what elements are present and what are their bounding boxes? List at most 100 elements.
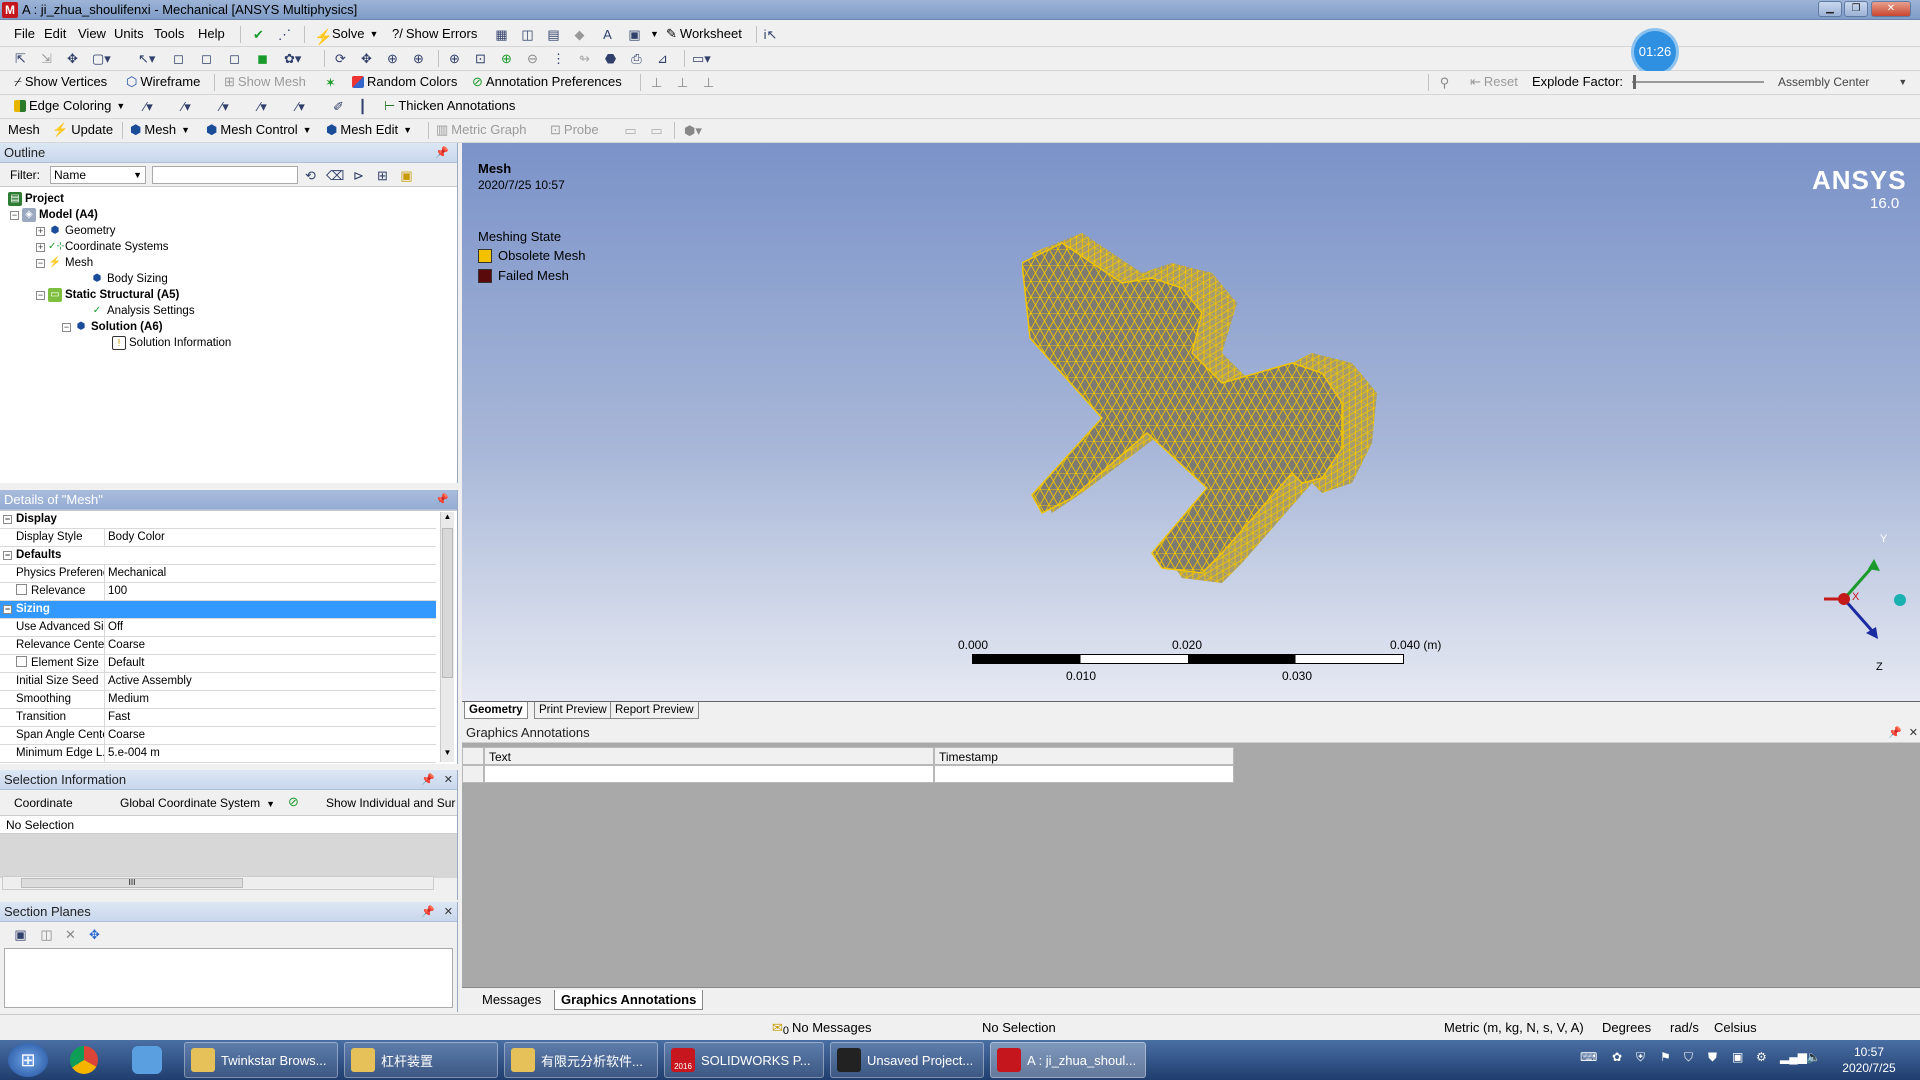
magnifier-icon[interactable]: ⊕ xyxy=(498,50,515,67)
details-scrollbar[interactable]: ▲ ▼ xyxy=(440,512,454,762)
tree-item-static-structural[interactable]: − ▭ Static Structural (A5) xyxy=(36,287,179,303)
chart-icon[interactable]: ◫ xyxy=(519,26,536,43)
tray-app-4-icon[interactable]: ⛉ xyxy=(1684,1050,1693,1065)
body-select-icon[interactable]: ◼ xyxy=(254,50,271,67)
taskbar-item-folder-fea[interactable]: 有限元分析软件... xyxy=(504,1042,658,1078)
section-planes-list[interactable] xyxy=(4,948,453,1008)
refresh-filter-icon[interactable]: ⟲ xyxy=(302,167,319,184)
pin-icon[interactable]: 📌 xyxy=(435,490,449,510)
taskbar-item-mechanical[interactable]: A : ji_zhua_shoul... xyxy=(990,1042,1146,1078)
minimize-button[interactable]: ▁ xyxy=(1818,1,1842,17)
details-property-row[interactable]: Use Advanced Siz...Off xyxy=(0,619,436,637)
messages-icon[interactable]: ✉ 0 xyxy=(772,1020,789,1037)
drag-section-plane-icon[interactable]: ✥ xyxy=(86,926,103,943)
rotate-icon[interactable]: ⟳ xyxy=(332,50,349,67)
tree-item-coordinate-systems[interactable]: + ✓⊹ Coordinate Systems xyxy=(36,239,169,255)
collapse-icon[interactable]: − xyxy=(3,551,12,560)
extend-icon[interactable]: ✥ xyxy=(64,50,81,67)
details-category-row[interactable]: − Sizing xyxy=(0,601,436,619)
clear-filter-icon[interactable]: ⌫ xyxy=(326,167,344,184)
property-value[interactable]: Fast xyxy=(105,709,436,726)
tree-item-geometry[interactable]: + ⬢ Geometry xyxy=(36,223,116,239)
details-property-row[interactable]: Smoothing Medium xyxy=(0,691,436,709)
menu-tools[interactable]: Tools xyxy=(154,23,184,45)
mesh-edit-dropdown[interactable]: ⬢ Mesh Edit ▼ xyxy=(326,119,412,141)
property-value[interactable]: 5.e-004 m xyxy=(105,745,436,762)
property-value[interactable]: Active Assembly xyxy=(105,673,436,690)
mesh-control-dropdown[interactable]: ⬢ Mesh Control ▼ xyxy=(206,119,312,141)
annotation-new-text[interactable] xyxy=(484,765,934,783)
details-property-row[interactable]: Relevance Center Coarse xyxy=(0,637,436,655)
coordinate-triad[interactable] xyxy=(1814,533,1914,653)
tree-item-solution[interactable]: − ⬢ Solution (A6) xyxy=(62,319,163,335)
tray-shield-icon[interactable]: ⛊ xyxy=(1708,1050,1717,1065)
mesh-dropdown[interactable]: ⬢ Mesh ▼ xyxy=(130,119,190,141)
select-mode-icon[interactable]: ⇱ xyxy=(12,50,29,67)
property-value[interactable]: Medium xyxy=(105,691,436,708)
pin-icon[interactable]: 📌 xyxy=(421,770,435,790)
tray-app-6-icon[interactable]: ⚙ xyxy=(1756,1050,1767,1064)
filter-type-select[interactable]: Name ▼ xyxy=(50,166,146,184)
image-icon[interactable]: ▣ xyxy=(626,26,643,43)
tray-app-2-icon[interactable]: ⛨ xyxy=(1636,1050,1645,1065)
taskbar-item-solidworks[interactable]: 2016 SOLIDWORKS P... xyxy=(664,1042,824,1078)
details-property-row[interactable]: Element Size Default xyxy=(0,655,436,673)
explode-factor-slider[interactable] xyxy=(1632,81,1764,83)
maximize-button[interactable]: ❐ xyxy=(1844,1,1868,17)
tab-geometry[interactable]: Geometry xyxy=(464,702,528,719)
details-property-row[interactable]: Display Style Body Color xyxy=(0,529,436,547)
details-property-row[interactable]: Transition Fast xyxy=(0,709,436,727)
thicken-annotations-button[interactable]: ⊢ Thicken Annotations xyxy=(384,95,515,117)
taskbar-item-twinkstar[interactable]: Twinkstar Brows... xyxy=(184,1042,338,1078)
expand-tree-icon[interactable]: ⊳ xyxy=(350,167,367,184)
close-icon[interactable]: ✕ xyxy=(444,902,453,922)
property-value[interactable]: Mechanical xyxy=(105,565,436,582)
selection-check-icon[interactable]: ⊘ xyxy=(288,794,299,810)
menu-edit[interactable]: Edit xyxy=(44,23,66,45)
tab-report-preview[interactable]: Report Preview xyxy=(610,702,699,719)
tab-print-preview[interactable]: Print Preview xyxy=(534,702,612,719)
show-mesh-button[interactable]: ⊞ Show Mesh xyxy=(224,71,306,93)
graphics-viewport[interactable]: Mesh 2020/7/25 10:57 Meshing State Obsol… xyxy=(462,143,1920,701)
menu-view[interactable]: View xyxy=(78,23,106,45)
axis-3-icon[interactable]: ⊥ xyxy=(700,74,717,91)
chrome-icon[interactable] xyxy=(70,1046,98,1074)
details-property-row[interactable]: Span Angle Center Coarse xyxy=(0,727,436,745)
ansys-mechanical-app-icon[interactable]: M xyxy=(2,2,18,18)
start-button[interactable]: ⊞ xyxy=(8,1043,48,1077)
property-value[interactable]: Body Color xyxy=(105,529,436,546)
report-icon[interactable]: ▤ xyxy=(545,26,562,43)
property-value[interactable]: Coarse xyxy=(105,637,436,654)
collapse-icon[interactable]: − xyxy=(3,605,12,614)
print-icon[interactable]: ⎙ xyxy=(628,50,645,67)
edge-display-5-icon[interactable]: ∕▾ xyxy=(292,98,309,115)
tree-item-model[interactable]: − ◈ Model (A4) xyxy=(10,207,98,223)
solve-button[interactable]: ⚡ Solve ▼ xyxy=(314,23,378,46)
zoom-in-icon[interactable]: ⊕ xyxy=(410,50,427,67)
app-pinned-icon[interactable] xyxy=(132,1046,162,1074)
status-temperature-units[interactable]: Celsius xyxy=(1714,1020,1757,1035)
show-vertices-button[interactable]: ⌿ Show Vertices xyxy=(14,71,107,93)
status-rotation-units[interactable]: rad/s xyxy=(1670,1020,1699,1035)
update-button[interactable]: ⚡ Update xyxy=(52,119,113,141)
previous-view-icon[interactable]: ⊖ xyxy=(524,50,541,67)
pin-icon[interactable]: 📌 xyxy=(1888,723,1902,743)
label-icon[interactable]: ⋮ xyxy=(550,50,567,67)
bar-icon[interactable]: ┃ xyxy=(354,98,371,115)
edge-display-3-icon[interactable]: ∕▾ xyxy=(216,98,233,115)
pointer-mode-icon[interactable]: ↖▾ xyxy=(138,50,155,67)
taskbar-item-folder-lever[interactable]: 杠杆装置 xyxy=(344,1042,498,1078)
taskbar-item-workbench[interactable]: Unsaved Project... xyxy=(830,1042,984,1078)
annotation-preferences-button[interactable]: ⊘ Annotation Preferences xyxy=(472,71,622,93)
expand-icon[interactable]: + xyxy=(36,242,45,252)
collapse-icon[interactable]: − xyxy=(36,258,45,268)
tray-app-icon[interactable]: ✿ xyxy=(1612,1050,1622,1064)
explode-factor-thumb[interactable] xyxy=(1633,75,1636,89)
annotation-col-text[interactable]: Text xyxy=(484,747,934,765)
annotation-new-timestamp[interactable] xyxy=(934,765,1234,783)
tab-messages[interactable]: Messages xyxy=(482,992,541,1007)
collapse-icon[interactable]: − xyxy=(36,290,45,300)
explode-view-icon[interactable]: ⚲ xyxy=(1436,74,1453,91)
viewport-icon[interactable]: ▭▾ xyxy=(692,50,711,67)
copy-section-plane-icon[interactable]: ◫ xyxy=(38,926,55,943)
